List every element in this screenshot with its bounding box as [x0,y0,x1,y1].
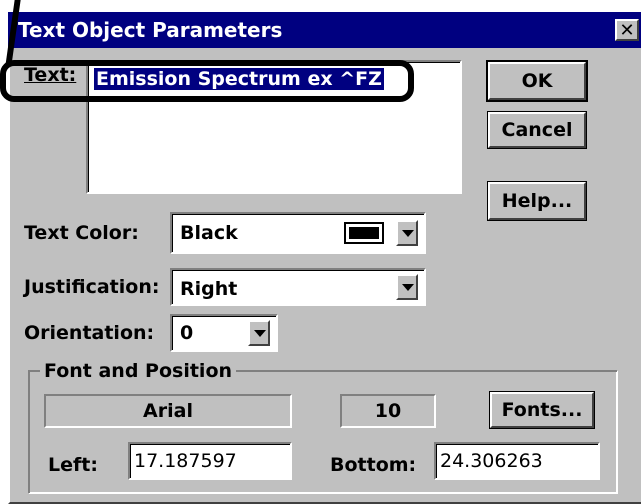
window-title: Text Object Parameters [18,18,283,42]
ok-button-label: OK [521,70,553,92]
orientation-dropdown[interactable]: 0 [170,314,278,352]
chevron-down-icon[interactable] [396,220,418,246]
text-color-value: Black [180,222,238,244]
chevron-down-icon[interactable] [248,320,270,346]
annotation-highlight [0,60,414,102]
fonts-button[interactable]: Fonts... [489,391,595,429]
orientation-value: 0 [180,322,194,344]
justification-label: Justification: [24,276,160,298]
font-name-value: Arial [143,400,193,422]
close-icon: ✕ [619,20,635,41]
left-label: Left: [48,454,98,476]
help-button-label: Help... [501,190,573,212]
font-size-value: 10 [374,400,402,422]
color-swatch-fill [349,227,379,239]
close-button[interactable]: ✕ [615,19,639,41]
text-color-label: Text Color: [24,222,139,244]
orientation-label: Orientation: [24,322,155,344]
font-position-legend: Font and Position [40,360,237,382]
chevron-down-icon[interactable] [396,274,418,300]
text-color-dropdown[interactable]: Black [170,212,426,254]
bottom-label: Bottom: [330,454,417,476]
font-size-readout: 10 [340,394,436,428]
cancel-button-label: Cancel [501,119,573,141]
bottom-field[interactable] [434,442,600,480]
justification-dropdown[interactable]: Right [170,268,426,306]
fonts-button-label: Fonts... [501,399,583,421]
justification-value: Right [180,278,238,300]
ok-button[interactable]: OK [486,60,588,102]
font-name-readout: Arial [44,394,292,428]
left-field[interactable] [128,442,292,480]
help-button[interactable]: Help... [487,181,587,221]
cancel-button[interactable]: Cancel [487,111,587,149]
color-swatch [344,222,384,244]
title-bar[interactable]: Text Object Parameters ✕ [8,12,641,48]
